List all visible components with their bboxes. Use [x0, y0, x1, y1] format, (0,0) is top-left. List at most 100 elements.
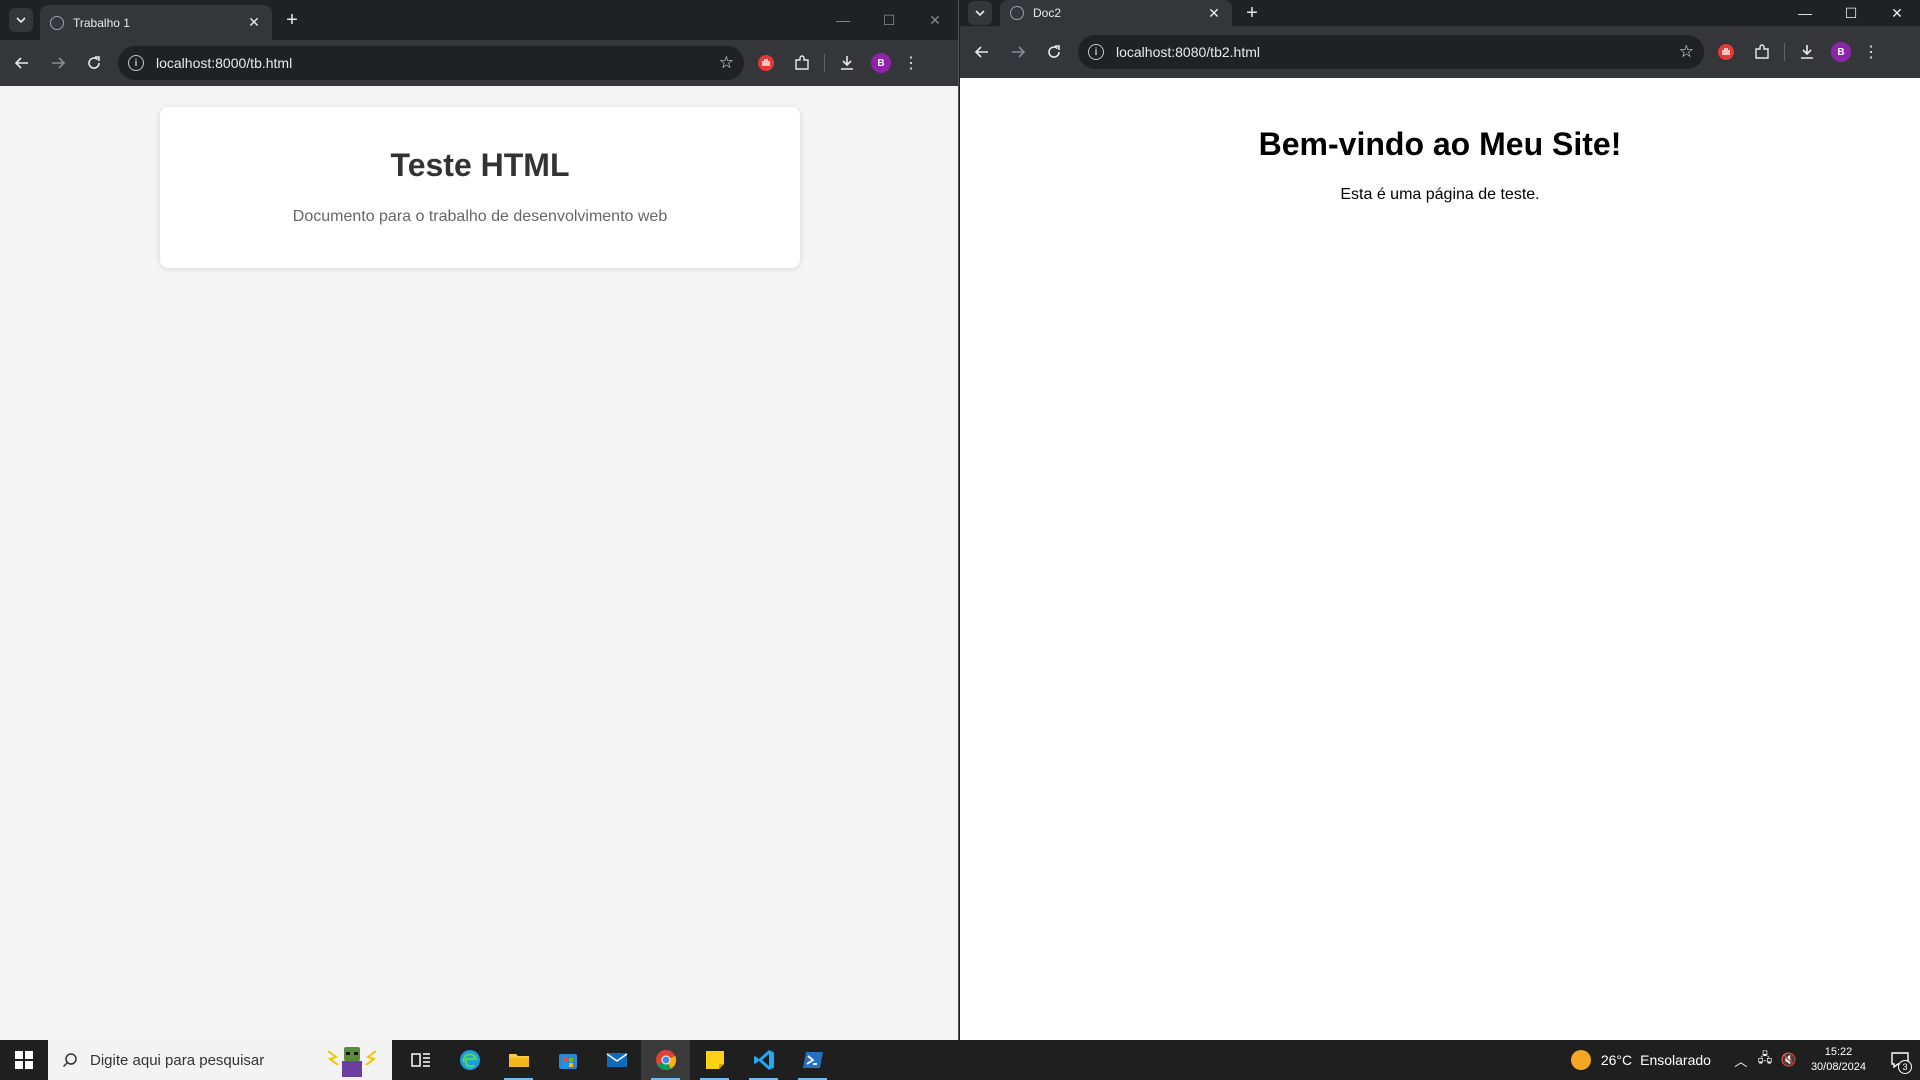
address-bar[interactable]: i localhost:8000/tb.html ☆ [118, 46, 744, 80]
volume-muted-icon[interactable]: 🔇 [1777, 1052, 1801, 1068]
site-info-icon[interactable]: i [1088, 44, 1104, 60]
close-window-button[interactable]: ✕ [1874, 0, 1920, 26]
sticky-notes-app[interactable] [690, 1040, 739, 1080]
powershell-icon [802, 1052, 823, 1068]
toolbar-divider [824, 54, 825, 72]
sun-icon [1570, 1050, 1591, 1070]
new-tab-button[interactable]: + [280, 8, 304, 32]
menu-kebab-icon[interactable]: ⋮ [901, 53, 921, 73]
notification-badge: 3 [1898, 1060, 1912, 1074]
reload-button[interactable] [1040, 38, 1068, 66]
new-tab-button[interactable]: + [1240, 0, 1264, 26]
clock-time: 15:22 [1824, 1046, 1853, 1058]
extensions-puzzle-icon[interactable] [1748, 38, 1776, 66]
menu-kebab-icon[interactable]: ⋮ [1861, 42, 1881, 62]
network-icon[interactable]: 🖧 [1753, 1049, 1777, 1071]
store-app[interactable] [543, 1040, 592, 1080]
globe-icon [50, 15, 64, 30]
edge-app[interactable] [445, 1040, 494, 1080]
folder-icon [508, 1054, 529, 1067]
tab-search-button[interactable] [968, 1, 992, 25]
page-viewport: Teste HTML Documento para o trabalho de … [0, 86, 958, 1040]
vscode-icon [753, 1050, 774, 1070]
browser-toolbar: i localhost:8000/tb.html ☆ B ⋮ [0, 40, 958, 86]
maximize-button[interactable]: ☐ [866, 0, 912, 40]
forward-button[interactable] [44, 49, 72, 77]
chrome-app[interactable] [641, 1040, 690, 1080]
clock[interactable]: 15:22 30/08/2024 [1811, 1045, 1866, 1075]
forward-button[interactable] [1004, 38, 1032, 66]
page-subtitle: Esta é uma página de teste. [1340, 186, 1540, 203]
browser-window-right: Doc2 ✕ + — ☐ ✕ i localhost:8080/tb2.html… [960, 0, 1920, 1040]
site-info-icon[interactable]: i [128, 55, 144, 71]
desktop: Trabalho 1 ✕ + — ☐ ✕ i localhost:8000/tb… [0, 0, 1920, 1080]
weather-desc: Ensolarado [1640, 1052, 1711, 1068]
extension-red-icon[interactable] [752, 49, 780, 77]
globe-icon [1010, 6, 1024, 20]
reload-icon [88, 56, 100, 69]
chrome-icon [655, 1050, 676, 1071]
task-view-button[interactable] [396, 1040, 445, 1080]
browser-toolbar: i localhost:8080/tb2.html ☆ B ⋮ [960, 26, 1920, 78]
page-viewport: Bem-vindo ao Meu Site! Esta é uma página… [960, 78, 1920, 1040]
tab-active[interactable]: Doc2 ✕ [1000, 0, 1232, 26]
vscode-app[interactable] [739, 1040, 788, 1080]
page-heading: Teste HTML [390, 147, 570, 183]
arrow-right-icon [1012, 46, 1026, 58]
browser-window-left: Trabalho 1 ✕ + — ☐ ✕ i localhost:8000/tb… [0, 0, 959, 1040]
page-subtitle: Documento para o trabalho de desenvolvim… [292, 208, 668, 225]
store-icon [558, 1054, 577, 1069]
weather-widget[interactable]: 26°C Ensolarado [1570, 1050, 1711, 1070]
start-button[interactable] [0, 1040, 48, 1080]
page-heading: Bem-vindo ao Meu Site! [1258, 126, 1622, 162]
address-bar[interactable]: i localhost:8080/tb2.html ☆ [1078, 35, 1704, 69]
powershell-app[interactable] [788, 1040, 837, 1080]
reload-icon [1048, 45, 1060, 58]
arrow-left-icon [974, 46, 988, 58]
chevron-up-icon[interactable]: ︿ [1729, 1051, 1753, 1070]
toolbar-divider [1784, 43, 1785, 61]
taskbar-search-box[interactable]: Digite aqui para pesquisar [48, 1040, 392, 1080]
download-icon[interactable] [1793, 38, 1821, 66]
sticky-notes-icon [705, 1051, 724, 1069]
system-tray: 26°C Ensolarado ︿ 🖧 🔇 15:22 30/08/2024 3 [1570, 1040, 1920, 1080]
minimize-button[interactable]: — [820, 0, 866, 40]
tab-active[interactable]: Trabalho 1 ✕ [40, 5, 272, 40]
bookmark-star-icon[interactable]: ☆ [1679, 42, 1694, 62]
notifications-button[interactable]: 3 [1880, 1040, 1920, 1080]
extensions-puzzle-icon[interactable] [788, 49, 816, 77]
close-window-button[interactable]: ✕ [912, 0, 958, 40]
arrow-left-icon [14, 57, 28, 69]
chevron-down-icon [975, 10, 985, 17]
profile-avatar[interactable]: B [871, 53, 891, 73]
taskbar: Digite aqui para pesquisar 26°C Ensolara… [0, 1040, 1920, 1080]
url-text: localhost:8080/tb2.html [1116, 44, 1260, 60]
mail-icon [606, 1053, 627, 1067]
edge-icon [459, 1050, 480, 1070]
tab-title: Doc2 [1033, 6, 1062, 20]
file-explorer-app[interactable] [494, 1040, 543, 1080]
maximize-button[interactable]: ☐ [1828, 0, 1874, 26]
download-icon[interactable] [833, 49, 861, 77]
close-tab-icon[interactable]: ✕ [246, 14, 262, 31]
profile-avatar[interactable]: B [1831, 42, 1851, 62]
chevron-down-icon [16, 17, 26, 24]
mail-app[interactable] [592, 1040, 641, 1080]
search-icon [62, 1053, 77, 1068]
back-button[interactable] [8, 49, 36, 77]
content-card: Teste HTML Documento para o trabalho de … [160, 107, 800, 268]
close-tab-icon[interactable]: ✕ [1206, 5, 1222, 21]
tab-strip: Trabalho 1 ✕ + — ☐ ✕ [0, 0, 958, 40]
weather-temp: 26°C [1600, 1052, 1633, 1068]
window-controls: — ☐ ✕ [820, 0, 958, 40]
bookmark-star-icon[interactable]: ☆ [719, 53, 734, 73]
back-button[interactable] [968, 38, 996, 66]
tab-search-button[interactable] [9, 8, 33, 32]
minimize-button[interactable]: — [1782, 0, 1828, 26]
search-highlight-illustration [327, 1047, 377, 1077]
extension-red-icon[interactable] [1712, 38, 1740, 66]
taskbar-apps [396, 1040, 837, 1080]
reload-button[interactable] [80, 49, 108, 77]
tab-strip: Doc2 ✕ + — ☐ ✕ [960, 0, 1920, 26]
windows-logo-icon [15, 1051, 33, 1069]
